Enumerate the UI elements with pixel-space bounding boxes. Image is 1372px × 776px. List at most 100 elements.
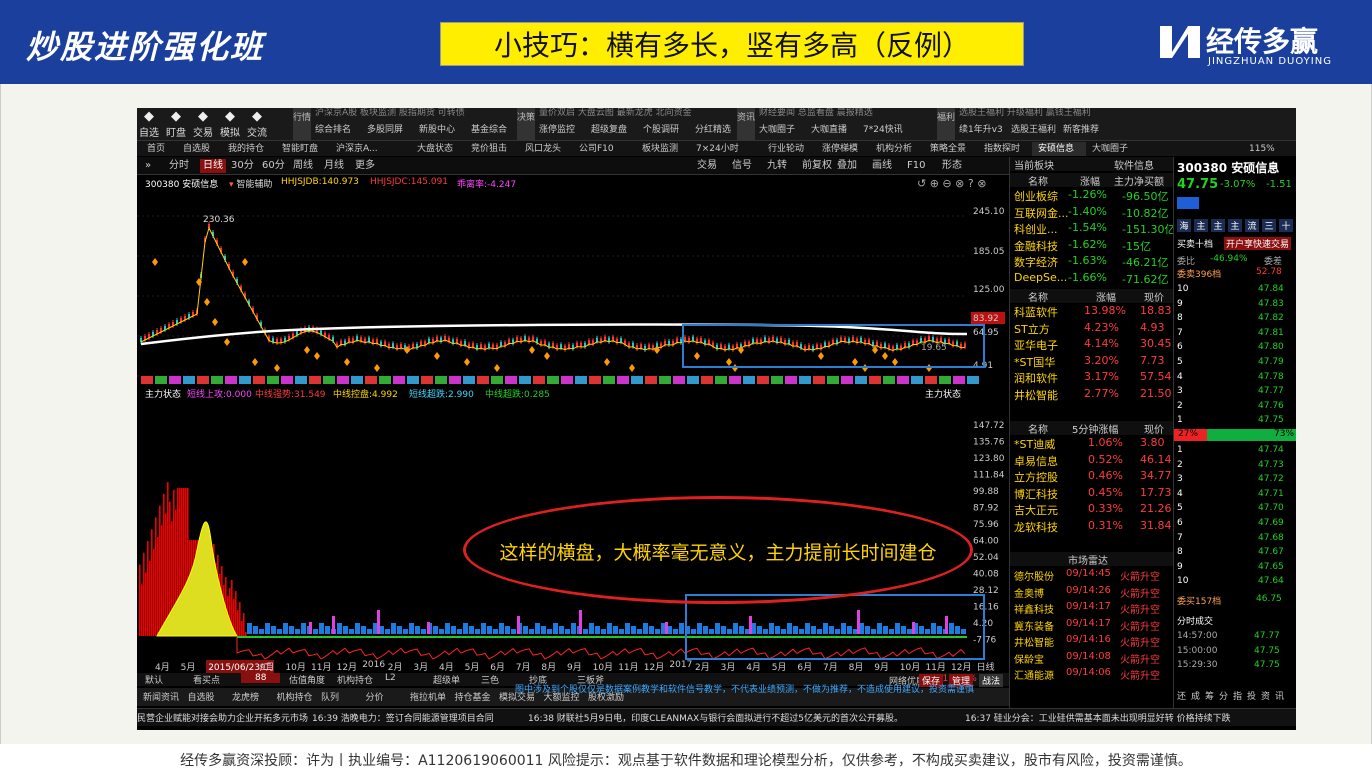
ask-row[interactable]: 10 47.84 (1174, 284, 1296, 296)
group3-menu-item[interactable]: 大咖直播 (811, 122, 847, 135)
radar-row[interactable]: 祥鑫科技 09/14:17 火箭升空 (1010, 601, 1174, 618)
indicator-tab[interactable]: 看买点 (193, 673, 220, 686)
quote-foot-tab[interactable]: 还 (1177, 689, 1186, 702)
group3-row1[interactable]: 财经要闻 总监看盘 晨报精选 (759, 108, 873, 118)
chart-tool-3[interactable]: 前复权 (802, 159, 832, 173)
chart-tool-4[interactable]: 叠加 (837, 159, 857, 173)
tab-7[interactable]: 风口龙头 (519, 142, 573, 156)
smart-assist-toggle[interactable]: ▾ 智能辅助 (229, 177, 272, 190)
toolbar-sim-button[interactable]: ◆ 模拟 (218, 110, 242, 140)
group2-menu-item[interactable]: 分红精选 (695, 122, 731, 135)
chart-controls[interactable]: ↺ ⊕ ⊖ ⊗ ? ⊗ (917, 177, 986, 190)
sector-row[interactable]: 数字经济 -1.63% -46.21亿 (1010, 254, 1174, 271)
bid-row[interactable]: 5 47.70 (1174, 503, 1296, 515)
tab-10[interactable]: 7×24小时 (690, 142, 762, 156)
quote-tag[interactable]: 主 (1228, 219, 1242, 232)
indicator-tab[interactable]: 默认 (145, 673, 163, 686)
gainer-row[interactable]: 科蓝软件 13.98% 18.83 (1010, 304, 1174, 321)
tab-3[interactable]: 智能盯盘 (276, 142, 330, 156)
bid-row[interactable]: 1 47.74 (1174, 445, 1296, 457)
group4-menu-item[interactable]: 续1年升v3 (959, 122, 1003, 135)
quote-tag[interactable]: 三 (1262, 219, 1276, 232)
speed-row[interactable]: *ST迪威 1.06% 3.80 (1010, 436, 1174, 453)
bid-row[interactable]: 8 47.67 (1174, 547, 1296, 559)
bottom-tab[interactable]: 队列 (321, 690, 339, 703)
tab-4[interactable]: 沪深京A... (330, 142, 411, 156)
news-item[interactable]: 16:37 硅业分会：工业硅供需基本面未出现明显好转 价格持续下跌 (965, 711, 1231, 724)
radar-row[interactable]: 保龄宝 09/14:08 火箭升空 (1010, 651, 1174, 668)
quote-tag[interactable]: 海 (1177, 219, 1191, 232)
buy-sell-10[interactable]: 买卖十档 (1177, 237, 1213, 250)
gainer-row[interactable]: *ST国华 3.20% 7.73 (1010, 354, 1174, 371)
quote-foot-tab[interactable]: 分 (1219, 689, 1228, 702)
quote-foot-tab[interactable]: 指 (1233, 689, 1242, 702)
bid-row[interactable]: 10 47.64 (1174, 576, 1296, 588)
tab-6[interactable]: 竞价狙击 (465, 142, 519, 156)
period-2[interactable]: 30分 (231, 159, 254, 173)
news-item[interactable]: 16:38 财联社5月9日电，印度CLEANMAX与银行会面拟进行不超过5亿美元… (528, 711, 903, 724)
period-5[interactable]: 月线 (324, 159, 344, 173)
group2-menu-item[interactable]: 个股调研 (643, 122, 679, 135)
tab-1[interactable]: 自选股 (177, 142, 222, 156)
tab-0[interactable]: 首页 (141, 142, 177, 156)
news-item[interactable]: 16:39 浩晚电力：签订合同能源管理项目合同 (312, 711, 494, 724)
chart-tool-6[interactable]: F10 (907, 159, 925, 173)
fast-trade[interactable]: 开户享快速交易 (1224, 237, 1292, 250)
group1-menu-item[interactable]: 综合排名 (315, 122, 351, 135)
group3-menu-item[interactable]: 大咖圈子 (759, 122, 795, 135)
group1-row1[interactable]: 沪深京A股 板块监测 股指期货 可转债 (315, 108, 465, 118)
group4-menu-item[interactable]: 新客推荐 (1063, 122, 1099, 135)
quote-foot-tab[interactable]: 筹 (1205, 689, 1214, 702)
gainer-row[interactable]: 井松智能 2.77% 21.50 (1010, 387, 1174, 404)
radar-row[interactable]: 冀东装备 09/14:17 火箭升空 (1010, 618, 1174, 635)
speed-row[interactable]: 龙软科技 0.31% 31.84 (1010, 519, 1174, 536)
ask-row[interactable]: 3 47.77 (1174, 386, 1296, 398)
bottom-tab[interactable]: 龙虎榜 (232, 690, 259, 703)
sector-soft[interactable]: 软件信息 (1114, 157, 1154, 172)
sector-row[interactable]: 科创业... -1.54% -151.30亿 (1010, 221, 1175, 238)
tab-16[interactable]: 安硕信息 (1032, 142, 1086, 156)
group1-menu-item[interactable]: 新股中心 (419, 122, 455, 135)
toolbar-eye-button[interactable]: ◆ 盯盘 (164, 110, 188, 140)
ask-row[interactable]: 5 47.79 (1174, 357, 1296, 369)
chart-tool-1[interactable]: 信号 (732, 159, 752, 173)
quote-tag[interactable]: 十 (1279, 219, 1293, 232)
indicator-tab[interactable]: 机构持仓 (337, 673, 373, 686)
chart-tool-0[interactable]: 交易 (697, 159, 717, 173)
tab-14[interactable]: 策略全景 (924, 142, 978, 156)
radar-row[interactable]: 金奥博 09/14:26 火箭升空 (1010, 585, 1174, 602)
indicator-tab[interactable]: L2 (385, 673, 396, 683)
period-4[interactable]: 周线 (293, 159, 313, 173)
indicator-tab[interactable]: 估值角度 (289, 673, 325, 686)
sector-row[interactable]: 创业板综 -1.26% -96.50亿 (1010, 188, 1174, 205)
ask-row[interactable]: 4 47.78 (1174, 372, 1296, 384)
bid-row[interactable]: 4 47.71 (1174, 489, 1296, 501)
collapse-chevron-icon[interactable]: » (145, 159, 151, 173)
tab-9[interactable]: 板块监测 (636, 142, 690, 156)
group4-menu-item[interactable]: 选股王福利 (1011, 122, 1056, 135)
tab-15[interactable]: 指数探时 (978, 142, 1032, 156)
group2-row1[interactable]: 量价双启 大盘云图 最新龙虎 北向资金 (539, 108, 692, 118)
indicator-tab[interactable]: 88 (241, 673, 281, 683)
ask-row[interactable]: 6 47.80 (1174, 342, 1296, 354)
toolbar-star-button[interactable]: ◆ 自选 (137, 110, 161, 140)
chart-tool-7[interactable]: 形态 (942, 159, 962, 173)
indicator-tab[interactable]: 超级单 (433, 673, 460, 686)
bid-row[interactable]: 9 47.65 (1174, 562, 1296, 574)
bid-row[interactable]: 7 47.68 (1174, 533, 1296, 545)
tab-17[interactable]: 大咖圈子 (1086, 142, 1140, 156)
tab-11[interactable]: 行业轮动 (762, 142, 816, 156)
tab-8[interactable]: 公司F10 (573, 142, 636, 156)
quote-tag[interactable]: 主 (1194, 219, 1208, 232)
bid-row[interactable]: 6 47.69 (1174, 518, 1296, 530)
period-0[interactable]: 分时 (169, 159, 189, 173)
quote-foot-tab[interactable]: 资 (1261, 689, 1270, 702)
toolbar-chat-button[interactable]: ◆ 交流 (245, 110, 269, 140)
quote-tag[interactable]: 主 (1211, 219, 1225, 232)
period-1[interactable]: 日线 (200, 159, 226, 173)
group2-menu-item[interactable]: 涨停监控 (539, 122, 575, 135)
speed-row[interactable]: 博汇科技 0.45% 17.73 (1010, 486, 1174, 503)
gainer-row[interactable]: ST立方 4.23% 4.93 (1010, 321, 1174, 338)
bid-row[interactable]: 2 47.73 (1174, 460, 1296, 472)
zoom-level[interactable]: 115% (1249, 142, 1289, 156)
